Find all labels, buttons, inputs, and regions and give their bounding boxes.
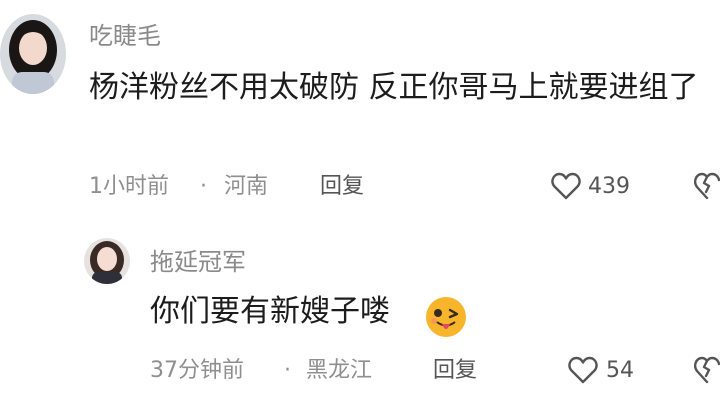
reply-button[interactable]: 回复 [433,357,477,385]
avatar[interactable] [0,14,66,94]
comment-time: 1小时前 [89,174,169,199]
comment-location: 河南 [224,174,269,199]
comment-author[interactable]: 拖延冠军 [150,248,246,276]
like-count: 54 [606,358,634,383]
broken-heart-icon[interactable] [694,356,720,384]
comment-content: 杨洋粉丝不用太破防 反正你哥马上就要进组了 [89,70,699,105]
comment-content: 你们要有新嫂子喽 [150,294,390,329]
comment-author[interactable]: 吃睫毛 [89,22,161,50]
comment-time: 37分钟前 [150,358,244,383]
reply-button[interactable]: 回复 [320,173,364,201]
heart-icon[interactable] [568,356,598,384]
heart-icon[interactable] [551,172,581,200]
meta-separator: · [200,174,207,199]
meta-separator: · [284,358,291,383]
like-count: 439 [588,174,630,199]
wink-tongue-emoji [425,296,467,338]
comment-location: 黑龙江 [306,358,373,383]
avatar[interactable] [84,238,130,284]
broken-heart-icon[interactable] [694,172,720,200]
